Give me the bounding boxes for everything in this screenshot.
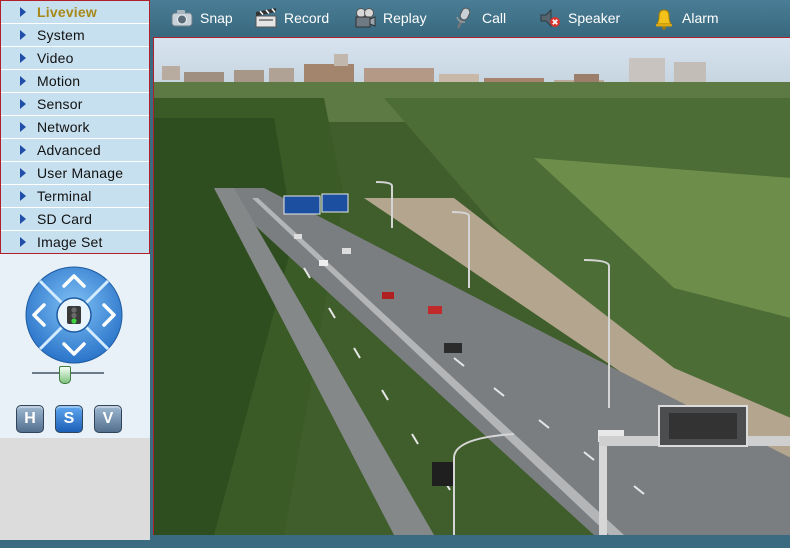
triangle-right-icon xyxy=(20,30,26,40)
sidebar-item-label: Sensor xyxy=(37,96,83,112)
triangle-right-icon xyxy=(20,237,26,247)
traffic-light-icon xyxy=(71,307,77,313)
sidebar-item-terminal[interactable]: Terminal xyxy=(1,185,149,208)
highway-sign xyxy=(283,195,321,215)
toolbar: Snap Record Replay Call Speaker Alarm xyxy=(150,0,790,36)
triangle-right-icon xyxy=(20,99,26,109)
speaker-muted-icon xyxy=(540,8,560,28)
replay-button[interactable]: Replay xyxy=(353,4,427,32)
triangle-right-icon xyxy=(20,145,26,155)
sidebar-item-network[interactable]: Network xyxy=(1,116,149,139)
sidebar-item-advanced[interactable]: Advanced xyxy=(1,139,149,162)
triangle-right-icon xyxy=(20,191,26,201)
triangle-right-icon xyxy=(20,168,26,178)
film-projector-icon xyxy=(355,8,376,28)
triangle-right-icon xyxy=(20,76,26,86)
sidebar-item-system[interactable]: System xyxy=(1,24,149,47)
sidebar-item-label: Network xyxy=(37,119,90,135)
sidebar-item-label: Terminal xyxy=(37,188,92,204)
sidebar-item-label: Advanced xyxy=(37,142,101,158)
speaker-label: Speaker xyxy=(568,10,621,26)
sidebar-item-label: User Manage xyxy=(37,165,124,181)
snap-label: Snap xyxy=(200,10,233,26)
sidebar-item-label: Liveview xyxy=(37,4,97,20)
sidebar-item-label: Image Set xyxy=(37,234,103,250)
sidebar-item-sd-card[interactable]: SD Card xyxy=(1,208,149,231)
ptz-direction-pad xyxy=(25,266,123,364)
triangle-right-icon xyxy=(20,214,26,224)
traffic-light-icon xyxy=(71,318,77,324)
microphone-icon xyxy=(456,7,471,29)
speaker-button[interactable]: Speaker xyxy=(538,4,620,32)
sidebar-item-video[interactable]: Video xyxy=(1,47,149,70)
video-frame xyxy=(154,38,790,535)
alarm-button[interactable]: Alarm xyxy=(652,4,719,32)
sidebar: Liveview System Video Motion Sensor Netw… xyxy=(0,0,150,540)
sidebar-item-image-set[interactable]: Image Set xyxy=(1,231,149,253)
snap-button[interactable]: Snap xyxy=(170,4,233,32)
sidebar-item-liveview[interactable]: Liveview xyxy=(1,1,149,24)
status-strip xyxy=(0,540,790,548)
alarm-label: Alarm xyxy=(682,10,719,26)
sidebar-item-sensor[interactable]: Sensor xyxy=(1,93,149,116)
sidebar-item-label: SD Card xyxy=(37,211,93,227)
record-button[interactable]: Record xyxy=(254,4,329,32)
triangle-right-icon xyxy=(20,53,26,63)
bell-icon xyxy=(656,9,672,30)
traffic-light-icon xyxy=(71,312,77,319)
sidebar-menu: Liveview System Video Motion Sensor Netw… xyxy=(0,0,150,254)
h-button[interactable]: H xyxy=(16,405,44,433)
sidebar-item-user-manage[interactable]: User Manage xyxy=(1,162,149,185)
sidebar-item-label: Motion xyxy=(37,73,81,89)
sidebar-item-label: System xyxy=(37,27,85,43)
triangle-right-icon xyxy=(20,7,26,17)
camera-icon xyxy=(171,10,193,27)
live-video-feed[interactable] xyxy=(153,37,790,535)
speed-slider-handle[interactable] xyxy=(59,366,71,384)
replay-label: Replay xyxy=(383,10,427,26)
s-button[interactable]: S xyxy=(55,405,83,433)
call-label: Call xyxy=(482,10,507,26)
clapperboard-icon xyxy=(255,8,277,28)
record-label: Record xyxy=(284,10,330,26)
triangle-right-icon xyxy=(20,122,26,132)
sidebar-item-motion[interactable]: Motion xyxy=(1,70,149,93)
v-button[interactable]: V xyxy=(94,405,122,433)
sidebar-item-label: Video xyxy=(37,50,74,66)
ptz-control-panel: H S V xyxy=(0,254,150,438)
call-button[interactable]: Call xyxy=(452,4,506,32)
